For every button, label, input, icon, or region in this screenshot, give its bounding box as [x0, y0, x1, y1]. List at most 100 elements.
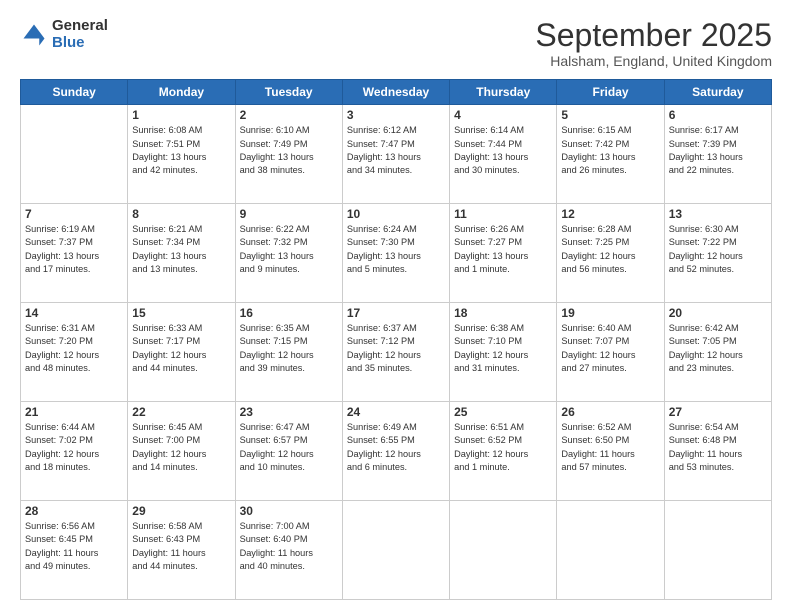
day-number: 24: [347, 405, 445, 419]
cell-content: Sunrise: 6:15 AMSunset: 7:42 PMDaylight:…: [561, 124, 659, 177]
day-number: 1: [132, 108, 230, 122]
cell-content: Sunrise: 6:30 AMSunset: 7:22 PMDaylight:…: [669, 223, 767, 276]
day-number: 6: [669, 108, 767, 122]
day-header-saturday: Saturday: [664, 80, 771, 105]
calendar-cell: 27 Sunrise: 6:54 AMSunset: 6:48 PMDayligh…: [664, 402, 771, 501]
day-number: 28: [25, 504, 123, 518]
day-header-monday: Monday: [128, 80, 235, 105]
day-number: 20: [669, 306, 767, 320]
calendar-cell: 29 Sunrise: 6:58 AMSunset: 6:43 PMDayligh…: [128, 501, 235, 600]
day-number: 17: [347, 306, 445, 320]
day-number: 15: [132, 306, 230, 320]
calendar-cell: 3Sunrise: 6:12 AMSunset: 7:47 PMDaylight…: [342, 105, 449, 204]
calendar-cell: [557, 501, 664, 600]
week-row-5: 28 Sunrise: 6:56 AMSunset: 6:45 PMDayligh…: [21, 501, 772, 600]
calendar-cell: 26 Sunrise: 6:52 AMSunset: 6:50 PMDayligh…: [557, 402, 664, 501]
cell-content: Sunrise: 6:56 AMSunset: 6:45 PMDaylight:…: [25, 520, 123, 573]
day-header-sunday: Sunday: [21, 80, 128, 105]
cell-content: Sunrise: 7:00 AMSunset: 6:40 PMDaylight:…: [240, 520, 338, 573]
day-header-wednesday: Wednesday: [342, 80, 449, 105]
cell-content: Sunrise: 6:52 AMSunset: 6:50 PMDaylight:…: [561, 421, 659, 474]
calendar-cell: [21, 105, 128, 204]
calendar-cell: 20Sunrise: 6:42 AMSunset: 7:05 PMDayligh…: [664, 303, 771, 402]
calendar-cell: 12 Sunrise: 6:28 AMSunset: 7:25 PMDayligh…: [557, 204, 664, 303]
day-number: 5: [561, 108, 659, 122]
day-number: 21: [25, 405, 123, 419]
cell-content: Sunrise: 6:08 AMSunset: 7:51 PMDaylight:…: [132, 124, 230, 177]
cell-content: Sunrise: 6:17 AMSunset: 7:39 PMDaylight:…: [669, 124, 767, 177]
cell-content: Sunrise: 6:45 AMSunset: 7:00 PMDaylight:…: [132, 421, 230, 474]
calendar-cell: 2 Sunrise: 6:10 AMSunset: 7:49 PMDaylight…: [235, 105, 342, 204]
calendar-header-row: SundayMondayTuesdayWednesdayThursdayFrid…: [21, 80, 772, 105]
calendar-cell: 6 Sunrise: 6:17 AMSunset: 7:39 PMDaylight…: [664, 105, 771, 204]
calendar-cell: 22 Sunrise: 6:45 AMSunset: 7:00 PMDayligh…: [128, 402, 235, 501]
cell-content: Sunrise: 6:54 AMSunset: 6:48 PMDaylight:…: [669, 421, 767, 474]
cell-content: Sunrise: 6:40 AMSunset: 7:07 PMDaylight:…: [561, 322, 659, 375]
week-row-1: 1 Sunrise: 6:08 AMSunset: 7:51 PMDaylight…: [21, 105, 772, 204]
week-row-2: 7 Sunrise: 6:19 AMSunset: 7:37 PMDaylight…: [21, 204, 772, 303]
cell-content: Sunrise: 6:24 AMSunset: 7:30 PMDaylight:…: [347, 223, 445, 276]
calendar-cell: 5 Sunrise: 6:15 AMSunset: 7:42 PMDaylight…: [557, 105, 664, 204]
day-number: 16: [240, 306, 338, 320]
logo-general: General: [52, 18, 108, 35]
month-title: September 2025: [535, 18, 772, 53]
day-number: 2: [240, 108, 338, 122]
calendar-cell: 14Sunrise: 6:31 AMSunset: 7:20 PMDayligh…: [21, 303, 128, 402]
day-number: 7: [25, 207, 123, 221]
cell-content: Sunrise: 6:38 AMSunset: 7:10 PMDaylight:…: [454, 322, 552, 375]
calendar-cell: 16Sunrise: 6:35 AMSunset: 7:15 PMDayligh…: [235, 303, 342, 402]
calendar-cell: 4Sunrise: 6:14 AMSunset: 7:44 PMDaylight…: [450, 105, 557, 204]
calendar-cell: 28 Sunrise: 6:56 AMSunset: 6:45 PMDayligh…: [21, 501, 128, 600]
calendar-cell: 24 Sunrise: 6:49 AMSunset: 6:55 PMDayligh…: [342, 402, 449, 501]
day-number: 23: [240, 405, 338, 419]
day-header-thursday: Thursday: [450, 80, 557, 105]
cell-content: Sunrise: 6:58 AMSunset: 6:43 PMDaylight:…: [132, 520, 230, 573]
day-number: 18: [454, 306, 552, 320]
cell-content: Sunrise: 6:21 AMSunset: 7:34 PMDaylight:…: [132, 223, 230, 276]
cell-content: Sunrise: 6:49 AMSunset: 6:55 PMDaylight:…: [347, 421, 445, 474]
calendar-cell: 30 Sunrise: 7:00 AMSunset: 6:40 PMDayligh…: [235, 501, 342, 600]
location: Halsham, England, United Kingdom: [535, 53, 772, 69]
calendar-cell: 13 Sunrise: 6:30 AMSunset: 7:22 PMDayligh…: [664, 204, 771, 303]
day-number: 9: [240, 207, 338, 221]
calendar-cell: 7 Sunrise: 6:19 AMSunset: 7:37 PMDaylight…: [21, 204, 128, 303]
day-number: 22: [132, 405, 230, 419]
cell-content: Sunrise: 6:33 AMSunset: 7:17 PMDaylight:…: [132, 322, 230, 375]
logo-blue: Blue: [52, 35, 108, 52]
day-header-friday: Friday: [557, 80, 664, 105]
calendar-cell: 19Sunrise: 6:40 AMSunset: 7:07 PMDayligh…: [557, 303, 664, 402]
day-number: 14: [25, 306, 123, 320]
calendar-cell: 15 Sunrise: 6:33 AMSunset: 7:17 PMDayligh…: [128, 303, 235, 402]
cell-content: Sunrise: 6:47 AMSunset: 6:57 PMDaylight:…: [240, 421, 338, 474]
cell-content: Sunrise: 6:12 AMSunset: 7:47 PMDaylight:…: [347, 124, 445, 177]
cell-content: Sunrise: 6:19 AMSunset: 7:37 PMDaylight:…: [25, 223, 123, 276]
calendar-cell: 1 Sunrise: 6:08 AMSunset: 7:51 PMDaylight…: [128, 105, 235, 204]
day-number: 27: [669, 405, 767, 419]
calendar-cell: 10 Sunrise: 6:24 AMSunset: 7:30 PMDayligh…: [342, 204, 449, 303]
calendar-cell: 17 Sunrise: 6:37 AMSunset: 7:12 PMDayligh…: [342, 303, 449, 402]
day-number: 13: [669, 207, 767, 221]
calendar: SundayMondayTuesdayWednesdayThursdayFrid…: [20, 79, 772, 600]
day-number: 12: [561, 207, 659, 221]
calendar-cell: [342, 501, 449, 600]
cell-content: Sunrise: 6:22 AMSunset: 7:32 PMDaylight:…: [240, 223, 338, 276]
day-number: 10: [347, 207, 445, 221]
calendar-cell: [450, 501, 557, 600]
cell-content: Sunrise: 6:44 AMSunset: 7:02 PMDaylight:…: [25, 421, 123, 474]
calendar-cell: [664, 501, 771, 600]
cell-content: Sunrise: 6:26 AMSunset: 7:27 PMDaylight:…: [454, 223, 552, 276]
week-row-4: 21 Sunrise: 6:44 AMSunset: 7:02 PMDayligh…: [21, 402, 772, 501]
day-number: 30: [240, 504, 338, 518]
cell-content: Sunrise: 6:28 AMSunset: 7:25 PMDaylight:…: [561, 223, 659, 276]
calendar-cell: 25Sunrise: 6:51 AMSunset: 6:52 PMDayligh…: [450, 402, 557, 501]
day-number: 8: [132, 207, 230, 221]
logo: General Blue: [20, 18, 108, 51]
cell-content: Sunrise: 6:37 AMSunset: 7:12 PMDaylight:…: [347, 322, 445, 375]
cell-content: Sunrise: 6:10 AMSunset: 7:49 PMDaylight:…: [240, 124, 338, 177]
day-number: 26: [561, 405, 659, 419]
header: General Blue September 2025 Halsham, Eng…: [20, 18, 772, 69]
day-number: 4: [454, 108, 552, 122]
title-block: September 2025 Halsham, England, United …: [535, 18, 772, 69]
day-header-tuesday: Tuesday: [235, 80, 342, 105]
day-number: 29: [132, 504, 230, 518]
